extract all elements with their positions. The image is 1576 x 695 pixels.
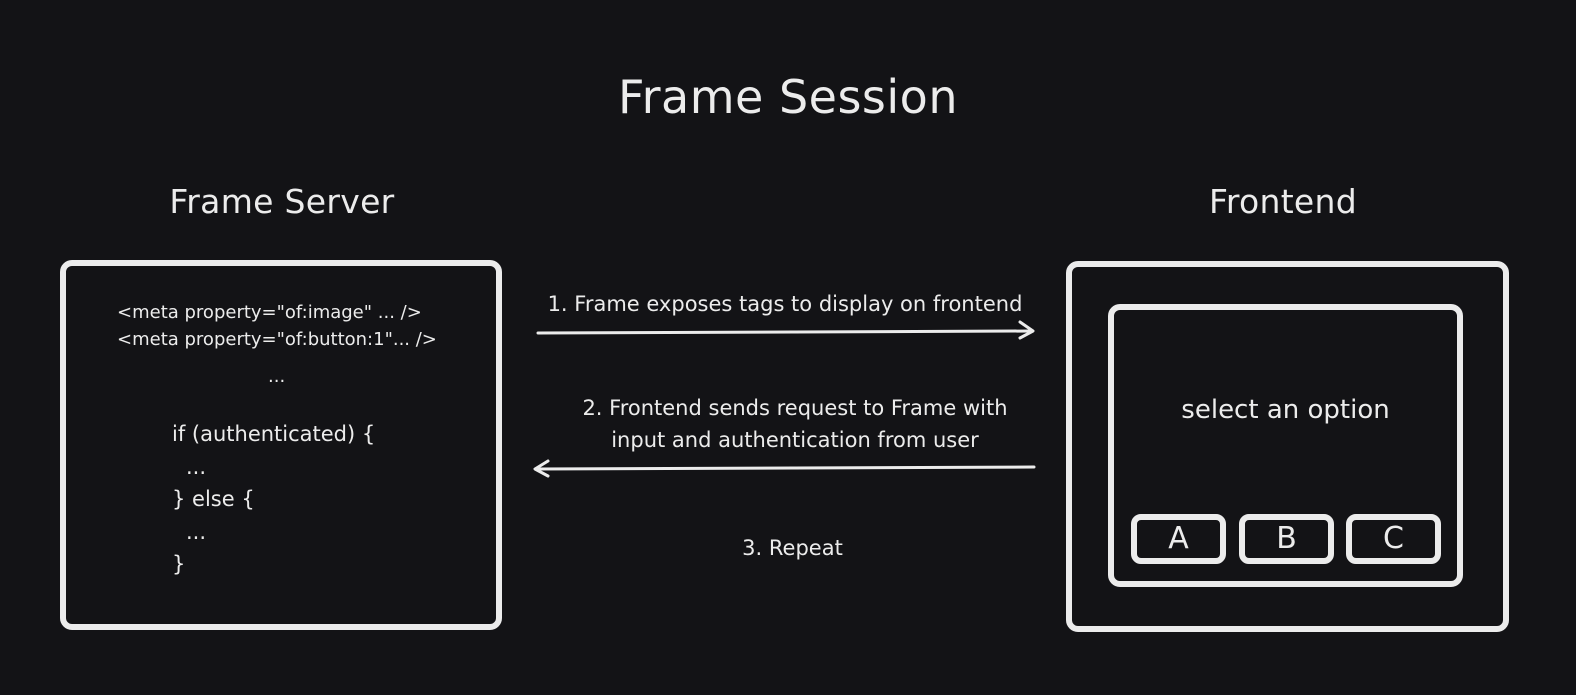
flow-arrows (533, 320, 1036, 478)
arrow-server-to-frontend (536, 329, 1034, 335)
arrow-frontend-to-server (534, 465, 1036, 471)
